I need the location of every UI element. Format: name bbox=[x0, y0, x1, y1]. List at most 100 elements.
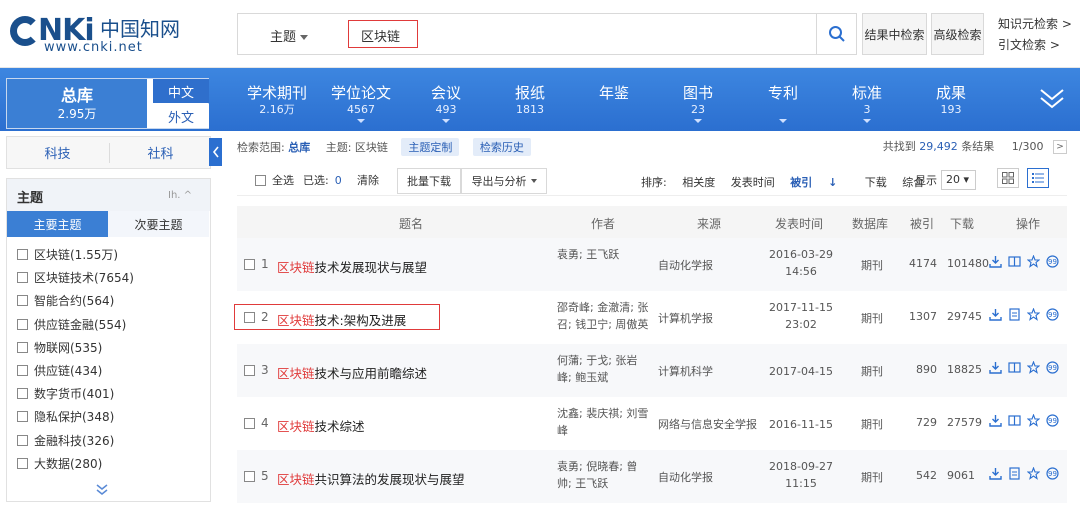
download-icon[interactable] bbox=[989, 467, 1002, 480]
export-analysis-button[interactable]: 导出与分析 bbox=[461, 168, 547, 194]
article-title-link[interactable]: 区块链 技术与应用前瞻综述 bbox=[277, 363, 427, 382]
read-online-icon[interactable] bbox=[1008, 255, 1021, 268]
star-icon[interactable] bbox=[1027, 255, 1040, 268]
facet-item[interactable]: 区块链(1.55万) bbox=[17, 243, 134, 266]
download-icon[interactable] bbox=[989, 308, 1002, 321]
authors[interactable]: 袁勇; 倪晓春; 曾帅; 王飞跃 bbox=[557, 458, 649, 494]
source[interactable]: 计算机科学 bbox=[658, 363, 713, 379]
download-icon[interactable] bbox=[989, 361, 1002, 374]
cnki-logo[interactable]: NKi 中国知网 www.cnki.net bbox=[10, 14, 210, 56]
source[interactable]: 自动化学报 bbox=[658, 469, 713, 485]
source[interactable]: 自动化学报 bbox=[658, 257, 713, 273]
facet-item[interactable]: 隐私保护(348) bbox=[17, 405, 134, 428]
quote-icon[interactable]: 99 bbox=[1046, 361, 1059, 374]
facet-item[interactable]: 智能合约(564) bbox=[17, 289, 134, 312]
row-select[interactable]: 1 bbox=[244, 257, 269, 271]
star-icon[interactable] bbox=[1027, 308, 1040, 321]
chart-collapse-icon[interactable]: Ih. ^ bbox=[168, 190, 192, 201]
clear-link[interactable]: 清除 bbox=[357, 172, 379, 188]
tab-secondary-topic[interactable]: 次要主题 bbox=[108, 211, 209, 237]
sort-relevance[interactable]: 相关度 bbox=[682, 176, 715, 189]
citation-search-link[interactable]: 引文检索 > bbox=[998, 35, 1072, 56]
facet-item[interactable]: 数字货币(401) bbox=[17, 382, 134, 405]
nav-item-conferences[interactable]: 会议 493 bbox=[406, 84, 486, 123]
source[interactable]: 计算机学报 bbox=[658, 310, 713, 326]
checkbox[interactable] bbox=[17, 318, 28, 330]
checkbox[interactable] bbox=[17, 341, 28, 353]
search-within-button[interactable]: 结果中检索 bbox=[862, 13, 927, 55]
search-input[interactable]: 区块链 bbox=[348, 20, 418, 48]
checkbox[interactable] bbox=[17, 457, 28, 469]
nav-item-newspapers[interactable]: 报纸 1813 bbox=[490, 84, 570, 117]
html-read-icon[interactable] bbox=[1008, 308, 1021, 321]
nav-item-achievements[interactable]: 成果 193 bbox=[911, 84, 991, 117]
sort-cited[interactable]: 被引 ↓ bbox=[790, 176, 849, 189]
nav-item-yearbooks[interactable]: 年鉴 bbox=[574, 84, 654, 102]
checkbox[interactable] bbox=[244, 364, 255, 376]
expand-nav-button[interactable] bbox=[1035, 88, 1069, 110]
row-select[interactable]: 3 bbox=[244, 363, 269, 377]
advanced-search-button[interactable]: 高级检索 bbox=[931, 13, 984, 55]
checkbox[interactable] bbox=[17, 272, 28, 284]
facet-item[interactable]: 供应链(434) bbox=[17, 359, 134, 382]
star-icon[interactable] bbox=[1027, 467, 1040, 480]
star-icon[interactable] bbox=[1027, 361, 1040, 374]
batch-download-button[interactable]: 批量下载 bbox=[397, 168, 461, 194]
read-online-icon[interactable] bbox=[1008, 414, 1021, 427]
checkbox[interactable] bbox=[17, 434, 28, 446]
read-online-icon[interactable] bbox=[1008, 361, 1021, 374]
nav-item-patents[interactable]: 专利 bbox=[743, 84, 823, 123]
nav-item-theses[interactable]: 学位论文 4567 bbox=[321, 84, 401, 123]
search-button[interactable] bbox=[816, 14, 857, 54]
display-select[interactable]: 20 ▾ bbox=[941, 170, 976, 190]
html-read-icon[interactable] bbox=[1008, 467, 1021, 480]
knowledge-search-link[interactable]: 知识元检索 > bbox=[998, 14, 1072, 35]
article-title-link[interactable]: 区块链 技术发展现状与展望 bbox=[277, 257, 427, 276]
tab-science-tech[interactable]: 科技 bbox=[7, 137, 108, 168]
select-all[interactable]: 全选 bbox=[255, 172, 294, 188]
checkbox[interactable] bbox=[17, 295, 28, 307]
lang-chinese-tab[interactable]: 中文 bbox=[153, 79, 209, 103]
topic-customize-button[interactable]: 主题定制 bbox=[401, 138, 460, 156]
show-more-button[interactable] bbox=[95, 484, 109, 499]
sort-downloads[interactable]: 下载 bbox=[865, 176, 887, 189]
authors[interactable]: 何蒲; 于戈; 张岩峰; 鲍玉斌 bbox=[557, 352, 649, 388]
collapse-sidebar-button[interactable] bbox=[209, 138, 222, 166]
article-title-link[interactable]: 区块链 共识算法的发展现状与展望 bbox=[277, 469, 465, 488]
row-select[interactable]: 4 bbox=[244, 416, 269, 430]
checkbox[interactable] bbox=[17, 388, 28, 400]
quote-icon[interactable]: 99 bbox=[1046, 308, 1059, 321]
facet-item[interactable]: 大数据(280) bbox=[17, 452, 134, 475]
nav-item-books[interactable]: 图书 23 bbox=[658, 84, 738, 123]
facet-item[interactable]: 金融科技(326) bbox=[17, 429, 134, 452]
list-view-button[interactable] bbox=[1027, 168, 1049, 188]
next-page-button[interactable]: > bbox=[1053, 140, 1067, 154]
sort-date[interactable]: 发表时间 bbox=[731, 176, 775, 189]
row-select[interactable]: 5 bbox=[244, 469, 269, 483]
checkbox[interactable] bbox=[244, 417, 255, 429]
facet-header[interactable]: 主题 Ih. ^ bbox=[7, 179, 210, 211]
tab-primary-topic[interactable]: 主要主题 bbox=[7, 211, 108, 237]
nav-item-journals[interactable]: 学术期刊 2.16万 bbox=[237, 84, 317, 117]
authors[interactable]: 沈鑫; 裴庆祺; 刘雪峰 bbox=[557, 405, 649, 441]
checkbox[interactable] bbox=[17, 249, 28, 261]
grid-view-button[interactable] bbox=[997, 168, 1019, 188]
download-icon[interactable] bbox=[989, 255, 1002, 268]
checkbox[interactable] bbox=[255, 174, 266, 186]
nav-item-standards[interactable]: 标准 3 bbox=[827, 84, 907, 123]
checkbox[interactable] bbox=[17, 365, 28, 377]
quote-icon[interactable]: 99 bbox=[1046, 255, 1059, 268]
nav-total-tab[interactable]: 总库 2.95万 bbox=[7, 79, 147, 128]
checkbox[interactable] bbox=[244, 258, 255, 270]
facet-item[interactable]: 物联网(535) bbox=[17, 336, 134, 359]
facet-item[interactable]: 区块链技术(7654) bbox=[17, 266, 134, 289]
lang-foreign-tab[interactable]: 外文 bbox=[153, 104, 209, 128]
checkbox[interactable] bbox=[17, 411, 28, 423]
search-history-button[interactable]: 检索历史 bbox=[472, 138, 531, 156]
source[interactable]: 网络与信息安全学报 bbox=[658, 416, 757, 432]
quote-icon[interactable]: 99 bbox=[1046, 467, 1059, 480]
authors[interactable]: 邵奇峰; 金澈清; 张召; 钱卫宁; 周傲英 bbox=[557, 299, 649, 335]
checkbox[interactable] bbox=[244, 470, 255, 482]
search-field-select[interactable]: 主题 bbox=[270, 26, 309, 45]
star-icon[interactable] bbox=[1027, 414, 1040, 427]
